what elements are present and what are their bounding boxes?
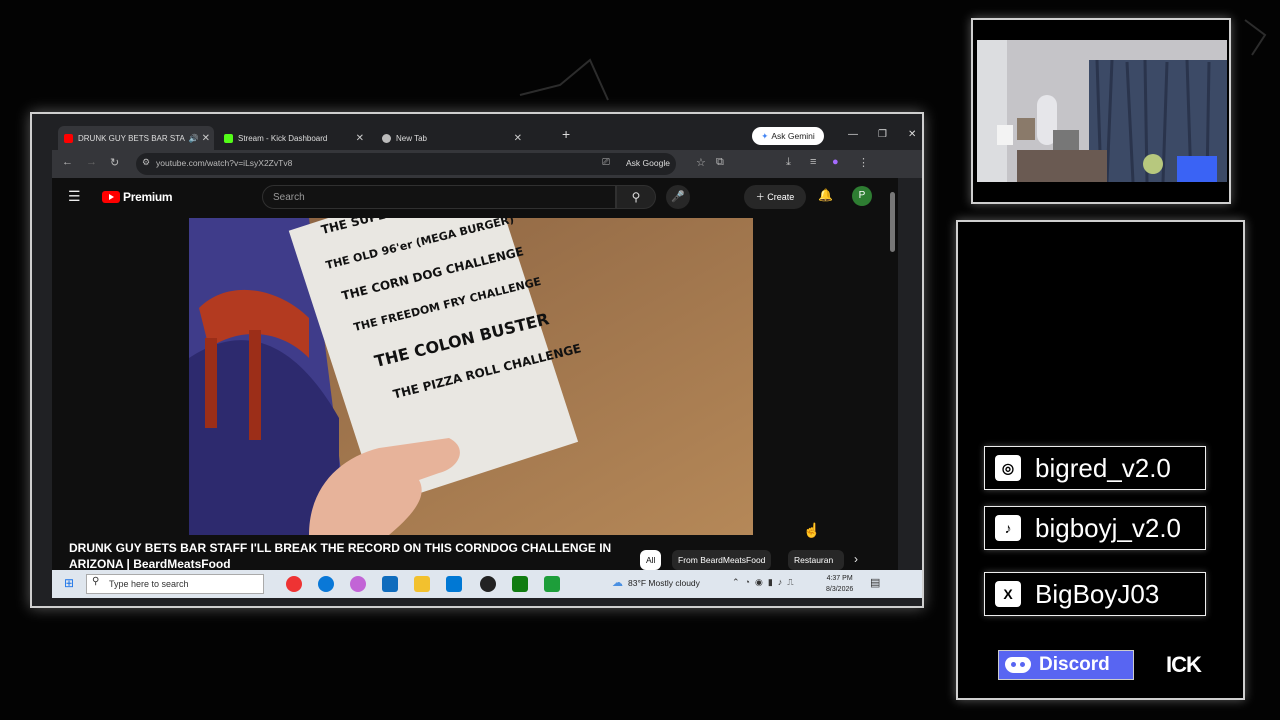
close-tab-icon[interactable]: ✕ xyxy=(514,133,522,144)
profile-icon[interactable]: ● xyxy=(832,156,839,168)
ask-gemini-button[interactable]: ✦ Ask Gemini xyxy=(752,127,824,145)
taskbar-clock[interactable]: 4:37 PM 8/3/2026 xyxy=(826,573,853,595)
copilot-taskbar-icon[interactable] xyxy=(350,576,366,592)
search-icon[interactable]: ⚲ xyxy=(616,185,656,209)
outlook-taskbar-icon[interactable] xyxy=(382,576,398,592)
video-player[interactable]: THE SUPER THE OLD 96'er (MEGA BURGER) TH… xyxy=(189,218,753,535)
site-info-icon[interactable]: ⚙ xyxy=(142,157,150,168)
discord-badge: Discord xyxy=(998,650,1134,680)
weather-text[interactable]: 83°F Mostly cloudy xyxy=(628,578,700,588)
chip-restaurants[interactable]: Restauran xyxy=(788,550,844,570)
forward-icon[interactable]: → xyxy=(86,156,97,168)
premium-label: Premium xyxy=(123,190,173,204)
clock-time: 4:37 PM xyxy=(826,575,853,582)
youtube-search-input[interactable]: Search xyxy=(262,185,616,209)
youtube-logo[interactable]: Premium xyxy=(102,190,173,204)
minimize-icon[interactable]: — xyxy=(848,129,858,140)
tiktok-icon: ♪ xyxy=(995,515,1021,541)
tab-youtube[interactable]: DRUNK GUY BETS BAR STA 🔊 ✕ xyxy=(58,126,214,150)
clock-date: 8/3/2026 xyxy=(826,586,854,593)
video-title[interactable]: DRUNK GUY BETS BAR STAFF I'LL BREAK THE … xyxy=(69,540,629,570)
tab-new-tab[interactable]: New Tab ✕ xyxy=(376,126,526,150)
create-label: Create xyxy=(767,192,795,202)
chrome-taskbar-icon[interactable] xyxy=(286,576,302,592)
speaker-icon: 🔊 xyxy=(188,133,199,143)
ask-google-button[interactable]: Ask Google xyxy=(626,158,670,168)
discord-label: Discord xyxy=(1039,654,1110,675)
new-tab-button[interactable]: + xyxy=(562,126,570,142)
edge-taskbar-icon[interactable] xyxy=(318,576,334,592)
webcam-feed xyxy=(977,40,1227,182)
address-bar[interactable]: ⚙ youtube.com/watch?v=iLsyX2ZvTv8 ⎚ Ask … xyxy=(136,153,706,175)
youtube-play-icon xyxy=(102,191,120,203)
kick-icon xyxy=(224,133,233,143)
tab-kick[interactable]: Stream - Kick Dashboard ✕ xyxy=(218,126,368,150)
hamburger-menu-icon[interactable]: ☰ xyxy=(68,188,81,205)
taskbar-search-input[interactable]: Type here to search xyxy=(86,574,264,594)
scrollbar[interactable] xyxy=(888,178,898,570)
xbox-taskbar-icon[interactable] xyxy=(512,576,528,592)
webcam-scene xyxy=(977,40,1227,182)
instagram-icon: ◎ xyxy=(995,455,1021,481)
tab-label: Stream - Kick Dashboard xyxy=(238,133,328,143)
browser-menu-icon[interactable]: ⋮ xyxy=(858,156,869,169)
youtube-icon xyxy=(64,133,73,143)
search-icon: ⚲ xyxy=(92,576,100,587)
file-explorer-icon[interactable] xyxy=(414,576,430,592)
kick-logo: ICK xyxy=(1166,652,1202,677)
chip-from-channel[interactable]: From BeardMeatsFood xyxy=(672,550,772,570)
browser-window: DRUNK GUY BETS BAR STA 🔊 ✕ Stream - Kick… xyxy=(30,112,924,608)
gemini-icon: ✦ xyxy=(761,130,769,141)
bookmark-star-icon[interactable]: ☆ xyxy=(696,156,706,169)
plus-icon: ＋ xyxy=(755,192,768,202)
create-button[interactable]: ＋ Create xyxy=(744,185,806,209)
chip-all[interactable]: All xyxy=(640,550,662,570)
chevron-right-icon[interactable]: › xyxy=(854,552,858,566)
reload-icon[interactable]: ↻ xyxy=(110,156,119,169)
close-tab-icon[interactable]: ✕ xyxy=(356,133,364,144)
windows-start-icon[interactable]: ⊞ xyxy=(64,576,74,590)
social-x: X BigBoyJ03 xyxy=(984,572,1206,616)
scrollbar-thumb[interactable] xyxy=(890,192,895,252)
webcam-frame xyxy=(971,18,1231,204)
url-text: youtube.com/watch?v=iLsyX2ZvTv8 xyxy=(156,158,293,168)
extensions-icon[interactable]: ⧉ xyxy=(716,156,724,169)
notification-center-icon[interactable]: ▤ xyxy=(870,576,880,589)
tab-label: DRUNK GUY BETS BAR STA xyxy=(78,133,185,143)
menu-line: THE CORN DOG CHALLENGE xyxy=(340,244,526,304)
instagram-handle: bigred_v2.0 xyxy=(1035,452,1171,483)
media-controls-icon[interactable]: ≡ xyxy=(810,156,816,168)
tab-strip: DRUNK GUY BETS BAR STA 🔊 ✕ Stream - Kick… xyxy=(58,122,922,150)
x-icon: X xyxy=(995,581,1021,607)
mouse-cursor-icon: ☝ xyxy=(803,522,821,538)
obs-taskbar-icon[interactable] xyxy=(480,576,496,592)
social-tiktok: ♪ bigboyj_v2.0 xyxy=(984,506,1206,550)
restore-icon[interactable]: ❐ xyxy=(878,129,887,140)
weather-cloud-icon[interactable]: ☁ xyxy=(612,576,623,589)
microphone-icon[interactable]: 🎤 xyxy=(666,185,690,209)
social-instagram: ◎ bigred_v2.0 xyxy=(984,446,1206,490)
youtube-page: ☰ Premium Search ⚲ 🎤 ＋ Create 🔔 P THE SU… xyxy=(52,178,898,570)
windows-taskbar: ⊞ Type here to search ⚲ ☁ 83°F Mostly cl… xyxy=(52,570,922,598)
x-handle: BigBoyJ03 xyxy=(1035,578,1160,609)
notifications-bell-icon[interactable]: 🔔 xyxy=(818,188,833,202)
system-tray-icons[interactable]: ⌃◔◉▮♪⎍ xyxy=(732,577,799,588)
chrome-icon xyxy=(382,133,391,143)
close-window-icon[interactable]: ✕ xyxy=(908,129,916,140)
back-icon[interactable]: ← xyxy=(62,156,73,168)
download-icon[interactable]: ⤓ xyxy=(786,156,791,169)
discord-icon xyxy=(1005,657,1031,673)
avatar[interactable]: P xyxy=(852,186,872,206)
excel-taskbar-icon[interactable] xyxy=(544,576,560,592)
tiktok-handle: bigboyj_v2.0 xyxy=(1035,512,1181,543)
cast-icon[interactable]: ⎚ xyxy=(602,157,610,168)
browser-toolbar: ← → ↻ ⚙ youtube.com/watch?v=iLsyX2ZvTv8 … xyxy=(52,150,922,178)
store-taskbar-icon[interactable] xyxy=(446,576,462,592)
ask-gemini-label: Ask Gemini xyxy=(771,131,815,141)
close-tab-icon[interactable]: ✕ xyxy=(202,133,210,144)
tab-label: New Tab xyxy=(396,133,427,143)
